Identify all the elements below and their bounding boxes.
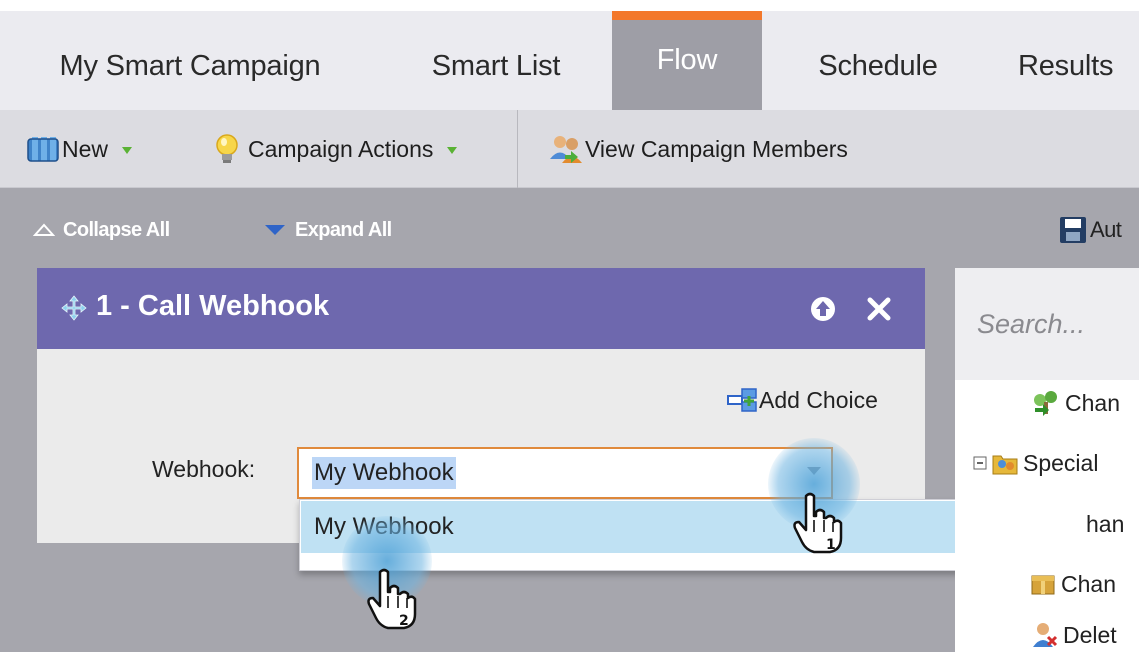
tab-label: My Smart Campaign: [59, 49, 321, 82]
close-icon[interactable]: [866, 296, 892, 322]
add-choice-label: Add Choice: [759, 386, 878, 413]
add-choice-button[interactable]: Add Choice: [727, 384, 878, 416]
tree-item-label: han: [1086, 510, 1125, 537]
tab-label: Results: [1018, 49, 1114, 82]
tab-label: Schedule: [818, 49, 938, 82]
webhook-select[interactable]: My Webhook: [297, 447, 833, 499]
move-icon[interactable]: [59, 293, 89, 323]
tab-bar: My Smart Campaign Smart List Flow Schedu…: [0, 0, 1139, 110]
search-placeholder: Search...: [977, 308, 1086, 339]
hand-cursor-icon: 2: [367, 568, 417, 630]
toolbar-divider: [517, 110, 518, 188]
tab-label: Smart List: [431, 49, 561, 82]
chevron-down-icon: [447, 146, 458, 154]
flow-step-header[interactable]: 1 - Call Webhook: [37, 268, 925, 349]
search-input[interactable]: Search...: [955, 268, 1139, 380]
cursor-step-number: 1: [826, 537, 836, 553]
folder-icon: [992, 455, 1018, 475]
tree-item-change[interactable]: Chan: [1031, 383, 1120, 423]
hand-cursor-icon: 1: [793, 492, 843, 554]
expand-all-button[interactable]: Expand All: [263, 212, 392, 248]
tab-results[interactable]: Results: [994, 22, 1139, 110]
tab-schedule[interactable]: Schedule: [762, 22, 994, 110]
delete-person-icon: [1033, 623, 1058, 647]
toolbar: New Campaign Actions View Campaign Membe…: [0, 110, 1139, 188]
tab-label: Flow: [656, 44, 718, 76]
webhook-label: Webhook:: [152, 456, 256, 482]
move-up-icon[interactable]: [810, 296, 836, 322]
cursor-step-number: 2: [399, 613, 409, 629]
view-campaign-members-label: View Campaign Members: [585, 135, 848, 162]
tab-smart-list[interactable]: Smart List: [380, 22, 612, 110]
tree-folder-special[interactable]: Special: [973, 443, 1098, 483]
chevron-down-icon: [122, 146, 133, 154]
flow-step-title: 1 - Call Webhook: [96, 290, 330, 322]
add-choice-icon: [727, 388, 757, 412]
tree-item-label: Chan: [1065, 389, 1120, 416]
collapse-all-label: Collapse All: [63, 218, 170, 241]
change-icon: [1034, 391, 1057, 416]
tab-flow[interactable]: Flow: [612, 11, 762, 110]
collapse-tree-icon[interactable]: [973, 456, 987, 470]
tab-my-smart-campaign[interactable]: My Smart Campaign: [0, 22, 380, 110]
campaign-actions-button[interactable]: Campaign Actions: [214, 110, 458, 188]
expand-all-label: Expand All: [295, 218, 392, 241]
new-icon: [27, 137, 59, 162]
campaign-actions-label: Campaign Actions: [248, 135, 434, 162]
collapse-all-button[interactable]: Collapse All: [33, 212, 170, 248]
new-menu-button[interactable]: New: [26, 110, 133, 188]
auto-save-button[interactable]: Aut: [1058, 212, 1122, 248]
tree-item-label: Special: [1023, 449, 1099, 476]
webhook-select-value: My Webhook: [312, 457, 456, 489]
members-icon: [550, 136, 582, 163]
collapse-icon: [33, 223, 55, 236]
tree-item-change-3[interactable]: Chan: [1029, 564, 1116, 604]
new-label: New: [62, 135, 109, 162]
view-campaign-members-button[interactable]: View Campaign Members: [547, 110, 848, 188]
tree-item-label: Delet: [1063, 621, 1117, 648]
expand-icon: [265, 225, 285, 235]
tree-item-change-2[interactable]: han: [1086, 504, 1124, 544]
box-icon: [1031, 575, 1055, 595]
lightbulb-icon: [216, 134, 238, 163]
tree-item-label: Chan: [1061, 570, 1116, 597]
tree-item-delete[interactable]: Delet: [1031, 615, 1117, 652]
save-icon: [1060, 217, 1086, 243]
auto-save-label: Aut: [1090, 217, 1122, 242]
